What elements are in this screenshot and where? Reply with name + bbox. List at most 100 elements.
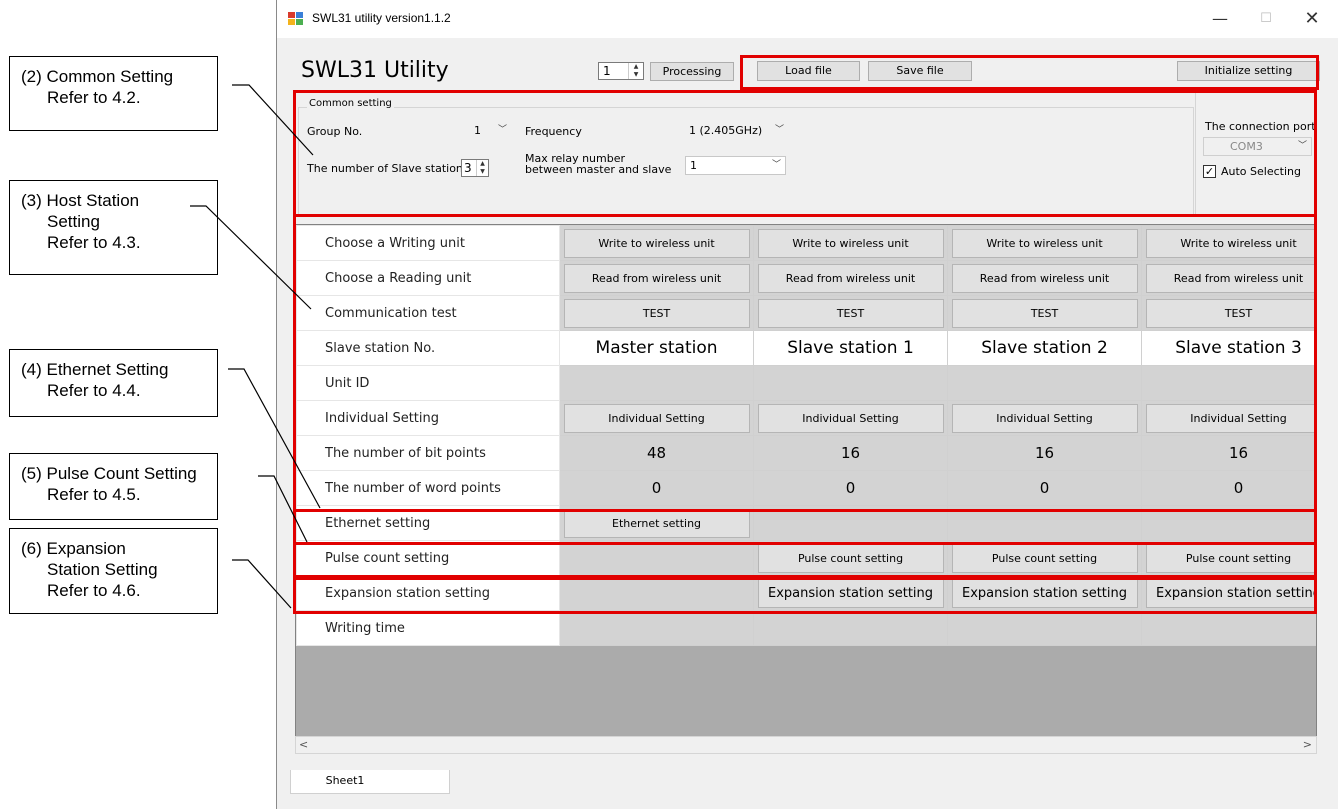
common-setting-title: Common setting [307,98,394,109]
row-label-individual: Individual Setting [296,400,561,436]
max-relay-label: Max relay number between master and slav… [525,153,671,175]
slave-stations-stepper[interactable]: 3 ▲ ▼ [461,159,489,177]
group-no-label: Group No. [307,125,363,138]
row-label-comm-test: Communication test [296,295,561,331]
empty-cell [559,540,755,576]
pulse-count-button-slave-1[interactable]: Pulse count setting [757,543,944,573]
bit-points-master: 48 [559,435,755,471]
load-file-button[interactable]: Load file [757,61,860,81]
scroll-right-icon[interactable]: > [1303,738,1312,751]
read-button-slave-3[interactable]: Read from wireless unit [1145,263,1316,293]
table-row: The number of word points 0 0 0 0 [296,470,1316,506]
empty-cell [947,505,1142,541]
row-label-word-points: The number of word points [296,470,561,506]
pulse-count-button-slave-2[interactable]: Pulse count setting [951,543,1138,573]
read-button-master[interactable]: Read from wireless unit [563,263,750,293]
slave-stations-value: 3 [464,161,472,175]
chevron-down-icon: ﹀ [771,160,781,170]
callout-pulse-count: (5) Pulse Count Setting Refer to 4.5. [9,453,218,520]
callout-text: (5) Pulse Count Setting [21,464,197,483]
divider [1195,93,1196,215]
close-button[interactable]: ✕ [1289,0,1335,38]
callout-text: Setting [47,212,100,231]
pulse-count-button-slave-3[interactable]: Pulse count setting [1145,543,1316,573]
test-button-slave-2[interactable]: TEST [951,298,1138,328]
individual-setting-button-slave-1[interactable]: Individual Setting [757,403,944,433]
table-row: Unit ID [296,365,1316,401]
empty-cell [1141,505,1316,541]
station-name-slave-1: Slave station 1 [753,330,949,366]
table-row: Choose a Reading unit Read from wireless… [296,260,1316,296]
chevron-down-icon: ﹀ [1297,141,1307,151]
group-no-select[interactable]: 1 ﹀ [469,121,512,140]
row-label-bit-points: The number of bit points [296,435,561,471]
frequency-select[interactable]: 1 (2.405GHz) ﹀ [684,121,789,140]
individual-setting-button-slave-2[interactable]: Individual Setting [951,403,1138,433]
processing-button[interactable]: Processing [650,62,734,81]
connection-port-label: The connection port [1205,120,1316,133]
title-bar[interactable]: SWL31 utility version1.1.2 — ☐ ✕ [277,0,1338,38]
row-label-slave-no: Slave station No. [296,330,561,366]
read-button-slave-2[interactable]: Read from wireless unit [951,263,1138,293]
row-label-writing-time: Writing time [296,610,561,646]
auto-selecting-checkbox[interactable]: ✓ [1203,165,1216,178]
word-points-master: 0 [559,470,755,506]
initialize-setting-button[interactable]: Initialize setting [1177,61,1320,81]
expansion-button-slave-1[interactable]: Expansion station setting [757,578,944,608]
maximize-button[interactable]: ☐ [1243,0,1289,38]
callout-text: Refer to 4.4. [47,381,141,400]
unit-id-cell [1141,365,1316,401]
chevron-down-icon: ﹀ [774,125,784,135]
write-button-master[interactable]: Write to wireless unit [563,228,750,258]
station-name-slave-3: Slave station 3 [1141,330,1316,366]
callout-text: (2) Common Setting [21,67,174,86]
empty-cell [753,505,949,541]
connection-port-select[interactable]: COM3 ﹀ [1203,137,1312,156]
table-row: Slave station No. Master station Slave s… [296,330,1316,366]
test-button-slave-3[interactable]: TEST [1145,298,1316,328]
station-name-master: Master station [559,330,755,366]
expansion-button-slave-3[interactable]: Expansion station setting [1145,578,1316,608]
frequency-label: Frequency [525,125,582,138]
chevron-down-icon: ﹀ [497,125,507,135]
spin-arrows-icon[interactable]: ▲ ▼ [476,160,488,176]
expansion-button-slave-2[interactable]: Expansion station setting [951,578,1138,608]
frequency-value: 1 (2.405GHz) [689,124,763,137]
test-button-slave-1[interactable]: TEST [757,298,944,328]
horizontal-scrollbar[interactable]: < > [295,736,1317,754]
connection-port-value: COM3 [1230,140,1263,153]
write-button-slave-3[interactable]: Write to wireless unit [1145,228,1316,258]
processing-count-stepper[interactable]: 1 ▲ ▼ [598,62,644,80]
row-label-writing: Choose a Writing unit [296,225,561,261]
test-button-master[interactable]: TEST [563,298,750,328]
bit-points-slave-1: 16 [753,435,949,471]
individual-setting-button-master[interactable]: Individual Setting [563,403,750,433]
write-button-slave-1[interactable]: Write to wireless unit [757,228,944,258]
max-relay-label-line2: between master and slave [525,163,672,176]
app-heading: SWL31 Utility [301,58,449,83]
empty-cell [559,575,755,611]
tab-sheet1[interactable]: Sheet1 [290,770,450,794]
word-points-slave-1: 0 [753,470,949,506]
individual-setting-button-slave-3[interactable]: Individual Setting [1145,403,1316,433]
write-button-slave-2[interactable]: Write to wireless unit [951,228,1138,258]
settings-table: Choose a Writing unit Write to wireless … [296,225,1316,646]
max-relay-select[interactable]: 1 ﹀ [685,156,786,175]
scroll-left-icon[interactable]: < [299,738,308,751]
spin-arrows-icon[interactable]: ▲ ▼ [628,63,643,79]
read-button-slave-1[interactable]: Read from wireless unit [757,263,944,293]
app-icon [288,12,303,25]
save-file-button[interactable]: Save file [868,61,972,81]
ethernet-setting-button[interactable]: Ethernet setting [563,508,750,538]
station-name-slave-2: Slave station 2 [947,330,1142,366]
writing-time-cell [559,610,755,646]
unit-id-cell [753,365,949,401]
callout-text: Station Setting [47,560,158,579]
station-grid: Choose a Writing unit Write to wireless … [295,224,1317,754]
unit-id-cell [559,365,755,401]
callout-text: Refer to 4.6. [47,581,141,600]
word-points-slave-3: 0 [1141,470,1316,506]
table-row: Pulse count setting Pulse count setting … [296,540,1316,576]
unit-id-cell [947,365,1142,401]
minimize-button[interactable]: — [1197,0,1243,38]
